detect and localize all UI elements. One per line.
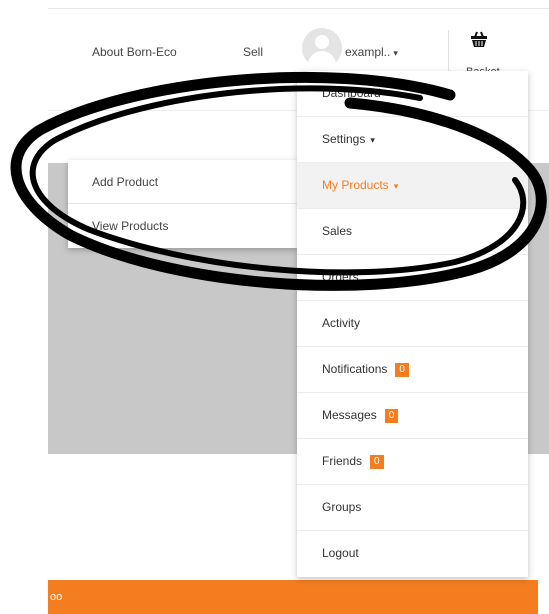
menu-item-label: Sales — [322, 224, 353, 238]
submenu-add-product[interactable]: Add Product — [68, 160, 298, 204]
menu-item-label: Friends — [322, 454, 363, 468]
menu-item-label: Activity — [322, 316, 361, 330]
menu-item-messages[interactable]: Messages 0 — [297, 393, 528, 439]
chevron-down-icon: ▾ — [393, 181, 399, 191]
chevron-down-icon: ▾ — [370, 135, 375, 145]
nav-about-link[interactable]: About Born-Eco — [92, 45, 177, 59]
menu-item-activity[interactable]: Activity — [297, 301, 528, 347]
menu-item-logout[interactable]: Logout — [297, 531, 528, 577]
nav-sell-link[interactable]: Sell — [243, 45, 263, 59]
user-name-label: exampl.. — [345, 45, 391, 59]
chevron-down-icon: ▾ — [393, 48, 398, 58]
submenu-item-label: Add Product — [92, 175, 159, 189]
menu-item-friends[interactable]: Friends 0 — [297, 439, 528, 485]
friends-count-badge: 0 — [370, 455, 384, 469]
submenu-item-label: View Products — [92, 219, 169, 233]
notifications-count-badge: 0 — [395, 363, 409, 377]
menu-item-label: My Products — [322, 178, 389, 192]
user-avatar[interactable] — [302, 28, 342, 68]
user-menu-toggle[interactable]: exampl.. ▾ — [345, 45, 398, 59]
user-dropdown-menu: Dashboard Settings ▾ My Products ▾ Sales O… — [297, 71, 528, 577]
avatar-body-shape — [308, 51, 336, 68]
menu-item-label: Settings — [322, 132, 366, 146]
submenu-view-products[interactable]: View Products — [68, 204, 298, 248]
menu-item-label: Groups — [322, 500, 362, 514]
menu-item-settings[interactable]: Settings ▾ — [297, 117, 528, 163]
menu-item-label: Orders — [322, 270, 359, 284]
menu-item-dashboard[interactable]: Dashboard — [297, 71, 528, 117]
menu-item-notifications[interactable]: Notifications 0 — [297, 347, 528, 393]
menu-item-label: Notifications — [322, 362, 388, 376]
footer-bar: oo — [48, 580, 538, 614]
menu-item-orders[interactable]: Orders — [297, 255, 528, 301]
menu-item-label: Messages — [322, 408, 377, 422]
my-products-submenu: Add Product View Products — [68, 160, 298, 248]
messages-count-badge: 0 — [384, 409, 399, 423]
menu-item-my-products[interactable]: My Products ▾ — [297, 163, 528, 209]
menu-item-label: Logout — [322, 546, 359, 560]
footer-bar-text: oo — [50, 591, 63, 603]
menu-item-label: Dashboard — [322, 86, 381, 100]
avatar-head-shape — [315, 35, 329, 49]
menu-item-sales[interactable]: Sales — [297, 209, 528, 255]
basket-icon — [471, 31, 487, 47]
menu-item-groups[interactable]: Groups — [297, 485, 528, 531]
